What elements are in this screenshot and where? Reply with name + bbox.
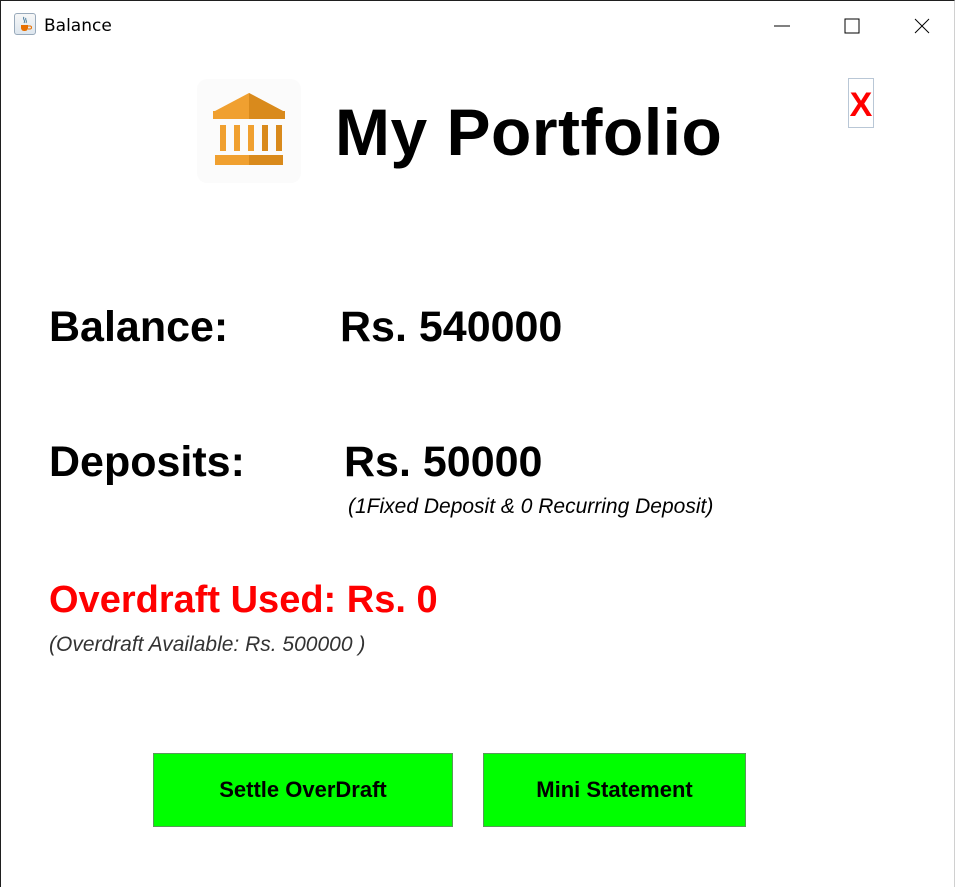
title-bar[interactable]: Balance <box>1 1 954 51</box>
mini-statement-button[interactable]: Mini Statement <box>483 753 746 827</box>
balance-value: Rs. 540000 <box>340 303 563 351</box>
deposits-label: Deposits: <box>49 438 245 486</box>
minimize-icon <box>774 25 790 27</box>
overdraft-used: Overdraft Used: Rs. 0 <box>49 579 438 621</box>
settle-overdraft-button[interactable]: Settle OverDraft <box>153 753 453 827</box>
deposits-note: (1Fixed Deposit & 0 Recurring Deposit) <box>348 495 714 518</box>
window-title: Balance <box>44 16 112 36</box>
balance-window: Balance My Portfolio X Balance: Rs. 5400… <box>0 0 955 887</box>
maximize-icon <box>844 18 860 34</box>
close-x-button[interactable]: X <box>848 78 874 128</box>
page-title: My Portfolio <box>335 95 723 169</box>
maximize-button[interactable] <box>817 1 887 51</box>
balance-label: Balance: <box>49 303 229 351</box>
java-cup-icon <box>14 13 36 35</box>
minimize-button[interactable] <box>747 1 817 51</box>
close-window-button[interactable] <box>887 1 955 51</box>
bank-icon <box>197 79 301 183</box>
overdraft-available: (Overdraft Available: Rs. 500000 ) <box>49 633 366 656</box>
deposits-value: Rs. 50000 <box>344 438 543 486</box>
close-icon <box>914 18 930 34</box>
